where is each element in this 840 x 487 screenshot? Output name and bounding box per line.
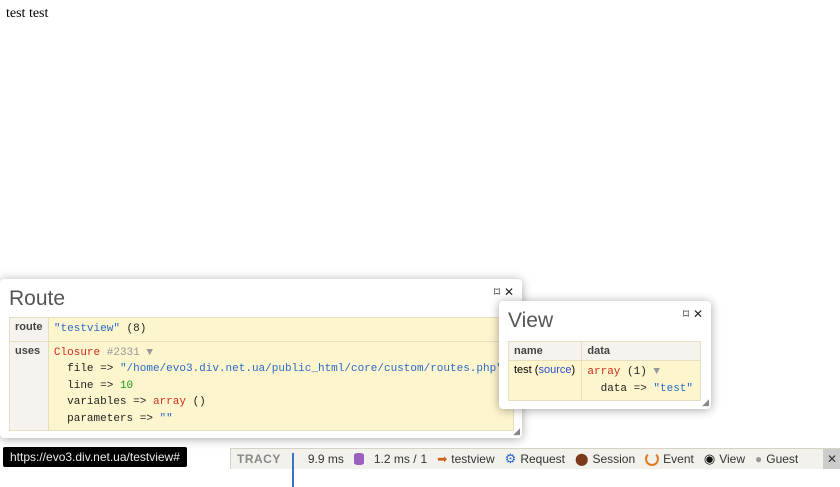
close-icon[interactable]: ✕ bbox=[823, 449, 840, 469]
close-icon[interactable]: ✕ bbox=[504, 285, 514, 299]
route-label: testview bbox=[451, 452, 495, 466]
route-value: "testview" bbox=[53, 323, 120, 335]
resize-handle-icon[interactable]: ◢ bbox=[513, 426, 520, 437]
table-row: route "testview" (8) bbox=[9, 317, 515, 342]
file-key: file => bbox=[67, 363, 120, 375]
tracy-logo[interactable]: TRACY bbox=[231, 452, 287, 466]
user-icon: ● bbox=[754, 452, 763, 466]
route-panel: Route ⌑ ✕ route "testview" (8) uses Clos… bbox=[0, 279, 522, 438]
closure-id: #2331 bbox=[106, 346, 140, 359]
closure-label[interactable]: Closure bbox=[54, 347, 100, 359]
data-count: (1) bbox=[620, 366, 647, 378]
chart-bars-icon bbox=[291, 453, 304, 487]
line-key: line => bbox=[67, 379, 120, 392]
pin-icon[interactable]: ⌑ bbox=[683, 307, 689, 321]
request-panel-button[interactable]: ⚙ Request bbox=[500, 449, 570, 469]
column-header-data: data bbox=[581, 341, 701, 361]
route-key: route bbox=[9, 317, 49, 342]
gears-icon: ⚙ bbox=[504, 451, 517, 466]
database-icon bbox=[353, 453, 364, 465]
route-arrow-icon: ➡ bbox=[437, 452, 448, 466]
db-time-value: 1.2 ms / bbox=[373, 452, 417, 466]
close-icon[interactable]: ✕ bbox=[693, 307, 703, 321]
collapse-toggle-icon[interactable]: ▼ bbox=[146, 347, 153, 359]
parameters-key: parameters => bbox=[67, 412, 160, 425]
request-label: Request bbox=[520, 452, 566, 466]
file-value: "/home/evo3.div.net.ua/public_html/core/… bbox=[119, 363, 503, 375]
session-panel-button[interactable]: ⬤ Session bbox=[570, 449, 640, 469]
event-panel-button[interactable]: Event bbox=[640, 449, 699, 469]
page-content-text: test test bbox=[6, 6, 49, 21]
route-panel-button[interactable]: ➡ testview bbox=[432, 449, 499, 469]
variables-type: array bbox=[152, 396, 186, 408]
database-panel-button[interactable]: 1.2 ms / 1 bbox=[349, 449, 432, 469]
session-label: Session bbox=[592, 452, 636, 466]
user-label: Guest bbox=[766, 452, 799, 466]
view-panel: View ⌑ ✕ name data test (source) array (… bbox=[499, 301, 711, 409]
session-icon: ⬤ bbox=[575, 452, 589, 466]
time-panel-button[interactable]: 9.9 ms bbox=[287, 449, 349, 487]
route-table: route "testview" (8) uses Closure #2331 … bbox=[9, 317, 515, 431]
tracy-bar: TRACY 9.9 ms 1.2 ms / 1 ➡ testview ⚙ Req… bbox=[230, 448, 840, 487]
view-name: test bbox=[514, 364, 532, 376]
view-table: name data test (source) array (1) ▼ data… bbox=[507, 341, 701, 401]
status-bar-url: https://evo3.div.net.ua/testview# bbox=[3, 447, 187, 467]
event-label: Event bbox=[663, 452, 694, 466]
refresh-circle-icon bbox=[645, 452, 660, 466]
resize-handle-icon[interactable]: ◢ bbox=[702, 397, 709, 408]
uses-key: uses bbox=[9, 340, 49, 431]
db-query-count: 1 bbox=[420, 452, 428, 466]
time-value: 9.9 ms bbox=[307, 452, 344, 466]
eye-icon: ◉ bbox=[703, 451, 716, 466]
data-key: data => bbox=[600, 382, 654, 395]
table-row: test (source) array (1) ▼ data => "test" bbox=[507, 360, 701, 401]
view-panel-button[interactable]: ◉ View bbox=[699, 449, 750, 469]
route-panel-title: Route bbox=[9, 287, 66, 310]
route-count: (8) bbox=[126, 323, 147, 335]
data-type[interactable]: array bbox=[587, 366, 620, 378]
variables-key: variables => bbox=[67, 396, 153, 408]
view-panel-title: View bbox=[508, 309, 554, 332]
line-value: 10 bbox=[119, 379, 134, 392]
collapse-toggle-icon[interactable]: ▼ bbox=[653, 366, 660, 378]
user-panel-button[interactable]: ● Guest bbox=[750, 449, 803, 469]
table-header-row: name data bbox=[507, 341, 701, 361]
pin-icon[interactable]: ⌑ bbox=[494, 285, 500, 299]
view-label: View bbox=[719, 452, 745, 466]
variables-value: () bbox=[185, 396, 206, 408]
data-value: "test" bbox=[653, 382, 694, 395]
source-link[interactable]: source bbox=[538, 364, 571, 376]
column-header-name: name bbox=[507, 341, 583, 361]
parameters-value: "" bbox=[159, 412, 173, 425]
table-row: uses Closure #2331 ▼ file => "/home/evo3… bbox=[9, 340, 515, 431]
